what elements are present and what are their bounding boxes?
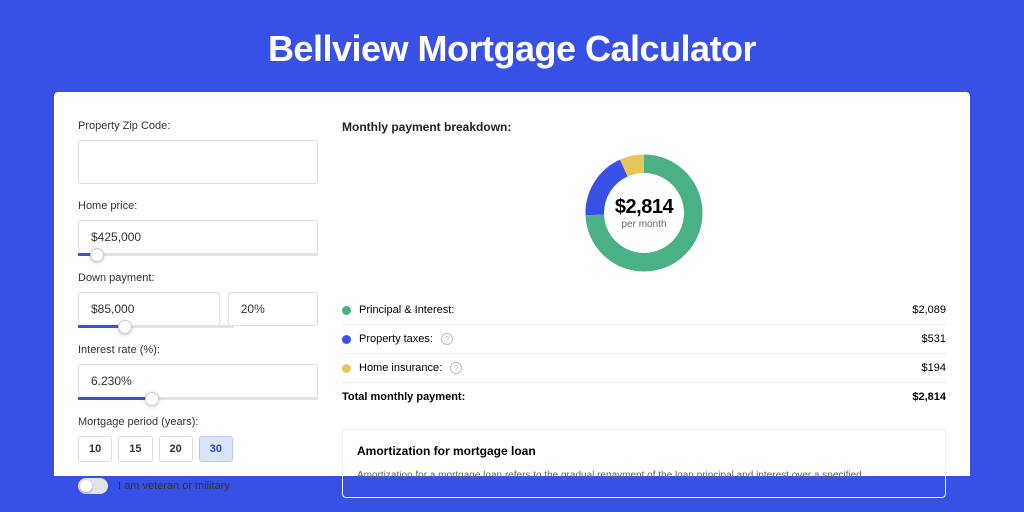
period-option-10[interactable]: 10 xyxy=(78,436,112,462)
amortization-heading: Amortization for mortgage loan xyxy=(357,444,931,458)
breakdown-row-taxes: Property taxes: ? $531 xyxy=(342,325,946,354)
down-payment-amount-input[interactable] xyxy=(78,292,220,326)
breakdown-row-total: Total monthly payment: $2,814 xyxy=(342,383,946,411)
breakdown-value: $531 xyxy=(922,333,946,345)
breakdown-label: Home insurance: xyxy=(359,362,442,374)
donut-chart-wrap: $2,814 per month xyxy=(342,148,946,278)
period-options: 10 15 20 30 xyxy=(78,436,318,462)
legend-dot xyxy=(342,335,351,344)
breakdown-label: Property taxes: xyxy=(359,333,433,345)
home-price-slider[interactable] xyxy=(78,253,318,256)
veteran-toggle[interactable] xyxy=(78,478,108,494)
period-label: Mortgage period (years): xyxy=(78,416,318,428)
legend-dot xyxy=(342,364,351,373)
zip-label: Property Zip Code: xyxy=(78,120,318,132)
period-option-30[interactable]: 30 xyxy=(199,436,233,462)
breakdown-total-value: $2,814 xyxy=(912,391,946,403)
zip-field-group: Property Zip Code: xyxy=(78,120,318,184)
info-icon[interactable]: ? xyxy=(450,362,462,374)
slider-thumb[interactable] xyxy=(90,248,104,262)
donut-total: $2,814 xyxy=(615,196,673,219)
veteran-label: I am veteran or military xyxy=(118,480,230,492)
home-price-field-group: Home price: xyxy=(78,200,318,256)
donut-center: $2,814 per month xyxy=(579,148,709,278)
period-field-group: Mortgage period (years): 10 15 20 30 xyxy=(78,416,318,462)
inputs-panel: Property Zip Code: Home price: Down paym… xyxy=(78,120,318,476)
breakdown-value: $2,089 xyxy=(912,304,946,316)
zip-input[interactable] xyxy=(78,140,318,184)
info-icon[interactable]: ? xyxy=(441,333,453,345)
down-payment-label: Down payment: xyxy=(78,272,318,284)
interest-field-group: Interest rate (%): xyxy=(78,344,318,400)
period-option-20[interactable]: 20 xyxy=(159,436,193,462)
breakdown-heading: Monthly payment breakdown: xyxy=(342,120,946,134)
amortization-text: Amortization for a mortgage loan refers … xyxy=(357,468,931,483)
home-price-label: Home price: xyxy=(78,200,318,212)
down-payment-slider[interactable] xyxy=(78,325,234,328)
breakdown-row-insurance: Home insurance: ? $194 xyxy=(342,354,946,383)
breakdown-label: Principal & Interest: xyxy=(359,304,454,316)
interest-slider[interactable] xyxy=(78,397,318,400)
breakdown-panel: Monthly payment breakdown: $2,814 per mo… xyxy=(342,120,946,476)
down-payment-field-group: Down payment: xyxy=(78,272,318,328)
donut-chart: $2,814 per month xyxy=(579,148,709,278)
interest-input[interactable] xyxy=(78,364,318,398)
donut-sublabel: per month xyxy=(621,219,666,230)
slider-fill xyxy=(78,397,152,400)
down-payment-pct-input[interactable] xyxy=(228,292,318,326)
legend-dot xyxy=(342,306,351,315)
breakdown-value: $194 xyxy=(922,362,946,374)
calculator-card: Property Zip Code: Home price: Down paym… xyxy=(54,92,970,476)
breakdown-row-principal: Principal & Interest: $2,089 xyxy=(342,296,946,325)
page-title: Bellview Mortgage Calculator xyxy=(54,0,970,92)
interest-label: Interest rate (%): xyxy=(78,344,318,356)
veteran-toggle-row: I am veteran or military xyxy=(78,478,318,494)
home-price-input[interactable] xyxy=(78,220,318,254)
amortization-section: Amortization for mortgage loan Amortizat… xyxy=(342,429,946,498)
slider-thumb[interactable] xyxy=(118,320,132,334)
period-option-15[interactable]: 15 xyxy=(118,436,152,462)
breakdown-total-label: Total monthly payment: xyxy=(342,391,465,403)
slider-thumb[interactable] xyxy=(145,392,159,406)
